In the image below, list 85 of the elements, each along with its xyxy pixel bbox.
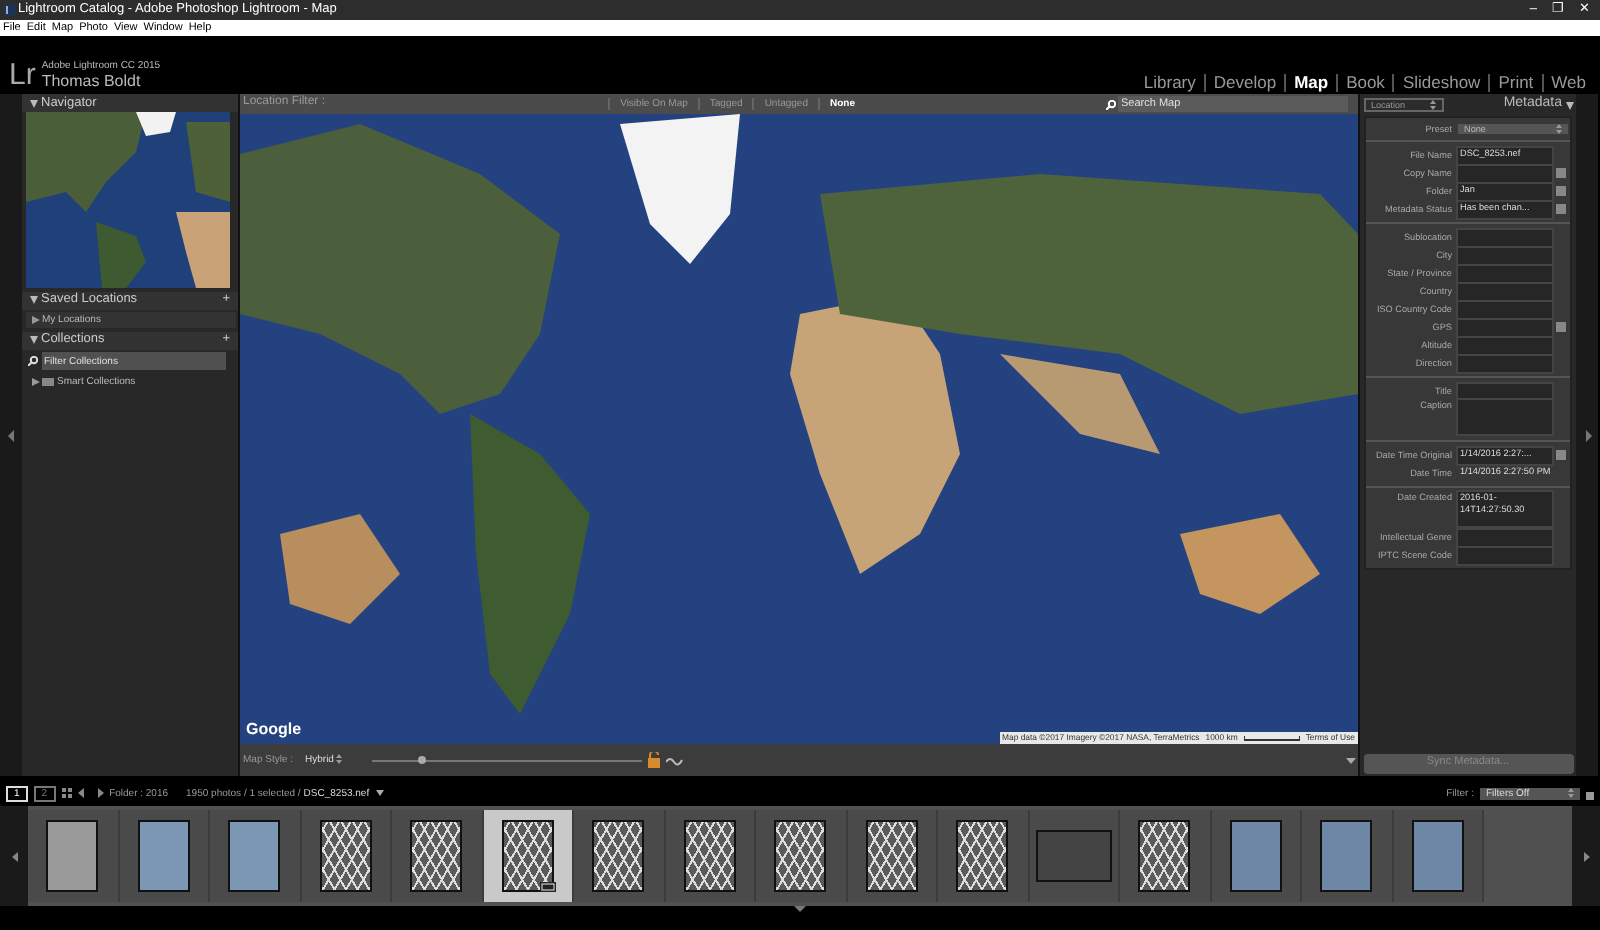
- grid-icon: [61, 788, 72, 798]
- dropdown-arrows-icon: [1429, 99, 1435, 110]
- tracklog-icon: [666, 755, 687, 765]
- scroll-right-icon: [1583, 851, 1589, 861]
- photo-placeholder: [592, 820, 645, 892]
- metadata-field[interactable]: [1458, 529, 1552, 545]
- search-icon: [1105, 99, 1115, 109]
- photo-placeholder: [1035, 830, 1112, 882]
- photo-placeholder: [501, 820, 554, 892]
- filmstrip-cell[interactable]: [1211, 810, 1302, 902]
- expand-triangle-icon: [30, 99, 38, 107]
- filmstrip-cell[interactable]: [119, 810, 210, 902]
- filmstrip-cell[interactable]: [301, 810, 392, 902]
- module-tab[interactable]: Develop: [1205, 74, 1287, 91]
- photo-placeholder: [319, 820, 372, 892]
- forward-arrow-icon: [93, 788, 104, 798]
- module-tab[interactable]: Web: [1543, 74, 1594, 91]
- photo-placeholder: [228, 820, 281, 892]
- field-action-button[interactable]: [1556, 204, 1566, 214]
- filmstrip-cell[interactable]: [847, 810, 938, 902]
- back-arrow-icon: [77, 788, 88, 798]
- field-action-button[interactable]: [1556, 450, 1566, 460]
- expand-triangle-icon: [30, 336, 38, 344]
- collapse-arrow-icon: [7, 429, 15, 441]
- metadata-field[interactable]: [1458, 547, 1552, 563]
- module-tab[interactable]: Library: [1135, 74, 1206, 91]
- badge-icon: [540, 882, 556, 892]
- field-action-button[interactable]: [1556, 168, 1566, 178]
- user-name: Thomas Boldt: [41, 71, 143, 91]
- module-tab[interactable]: Book: [1338, 74, 1395, 91]
- photo-placeholder: [1411, 820, 1464, 892]
- filmstrip-cell[interactable]: [1120, 810, 1211, 902]
- filmstrip-cell[interactable]: [665, 810, 756, 902]
- filmstrip-cell[interactable]: [210, 810, 301, 902]
- filmstrip-cell[interactable]: [28, 810, 119, 902]
- photo-placeholder: [865, 820, 918, 892]
- photo-placeholder: [1138, 820, 1191, 892]
- expand-triangle-icon: [1565, 101, 1573, 109]
- filmstrip-cell[interactable]: [574, 810, 665, 902]
- metadata-field[interactable]: [1458, 229, 1552, 245]
- filmstrip-cell[interactable]: [938, 810, 1029, 902]
- toolbar-menu-arrow-icon: [1345, 757, 1355, 763]
- module-tab[interactable]: Slideshow: [1394, 74, 1491, 91]
- filmstrip-cell[interactable]: [1393, 810, 1484, 902]
- logo-text: Lr: [9, 60, 36, 91]
- photo-placeholder: [46, 820, 99, 892]
- photo-placeholder: [410, 820, 463, 892]
- photo-placeholder: [956, 820, 1009, 892]
- dropdown-arrows-icon: [1555, 124, 1561, 134]
- expand-triangle-icon: [30, 296, 38, 304]
- metadata-field[interactable]: [1458, 301, 1552, 317]
- metadata-field[interactable]: [1458, 355, 1552, 371]
- dropdown-arrows-icon: [1568, 788, 1574, 798]
- collapse-arrow-icon: [1583, 429, 1591, 441]
- photo-placeholder: [683, 820, 736, 892]
- module-tab[interactable]: Print: [1490, 74, 1544, 91]
- photo-placeholder: [774, 820, 827, 892]
- metadata-field[interactable]: [1458, 319, 1552, 335]
- dropdown-arrow-icon: [375, 790, 384, 796]
- map-logo: Google: [246, 720, 302, 740]
- metadata-field[interactable]: [1458, 247, 1552, 263]
- filmstrip-cell[interactable]: [1029, 810, 1120, 902]
- photo-placeholder: [1320, 820, 1373, 892]
- metadata-field[interactable]: [1458, 383, 1552, 399]
- filmstrip-cell[interactable]: [392, 810, 483, 902]
- scroll-left-icon: [11, 851, 17, 861]
- filmstrip-cell[interactable]: [756, 810, 847, 902]
- collapse-arrow-icon: [794, 906, 806, 912]
- field-action-button[interactable]: [1556, 186, 1566, 196]
- app-icon: [3, 4, 15, 16]
- dropdown-arrows-icon: [336, 754, 343, 764]
- photo-placeholder: [137, 820, 190, 892]
- filmstrip-cell[interactable]: [1302, 810, 1393, 902]
- metadata-field[interactable]: [1458, 265, 1552, 281]
- metadata-field[interactable]: [1458, 165, 1552, 181]
- slider-thumb[interactable]: [417, 756, 426, 764]
- search-icon: [28, 356, 38, 366]
- field-action-button[interactable]: [1556, 322, 1566, 332]
- filmstrip-cell[interactable]: [483, 810, 574, 902]
- collection-set-icon: [42, 377, 54, 385]
- module-tab[interactable]: Map: [1286, 74, 1339, 91]
- metadata-field[interactable]: [1458, 337, 1552, 353]
- photo-placeholder: [1229, 820, 1282, 892]
- metadata-field[interactable]: [1458, 283, 1552, 299]
- metadata-field[interactable]: [1458, 400, 1552, 434]
